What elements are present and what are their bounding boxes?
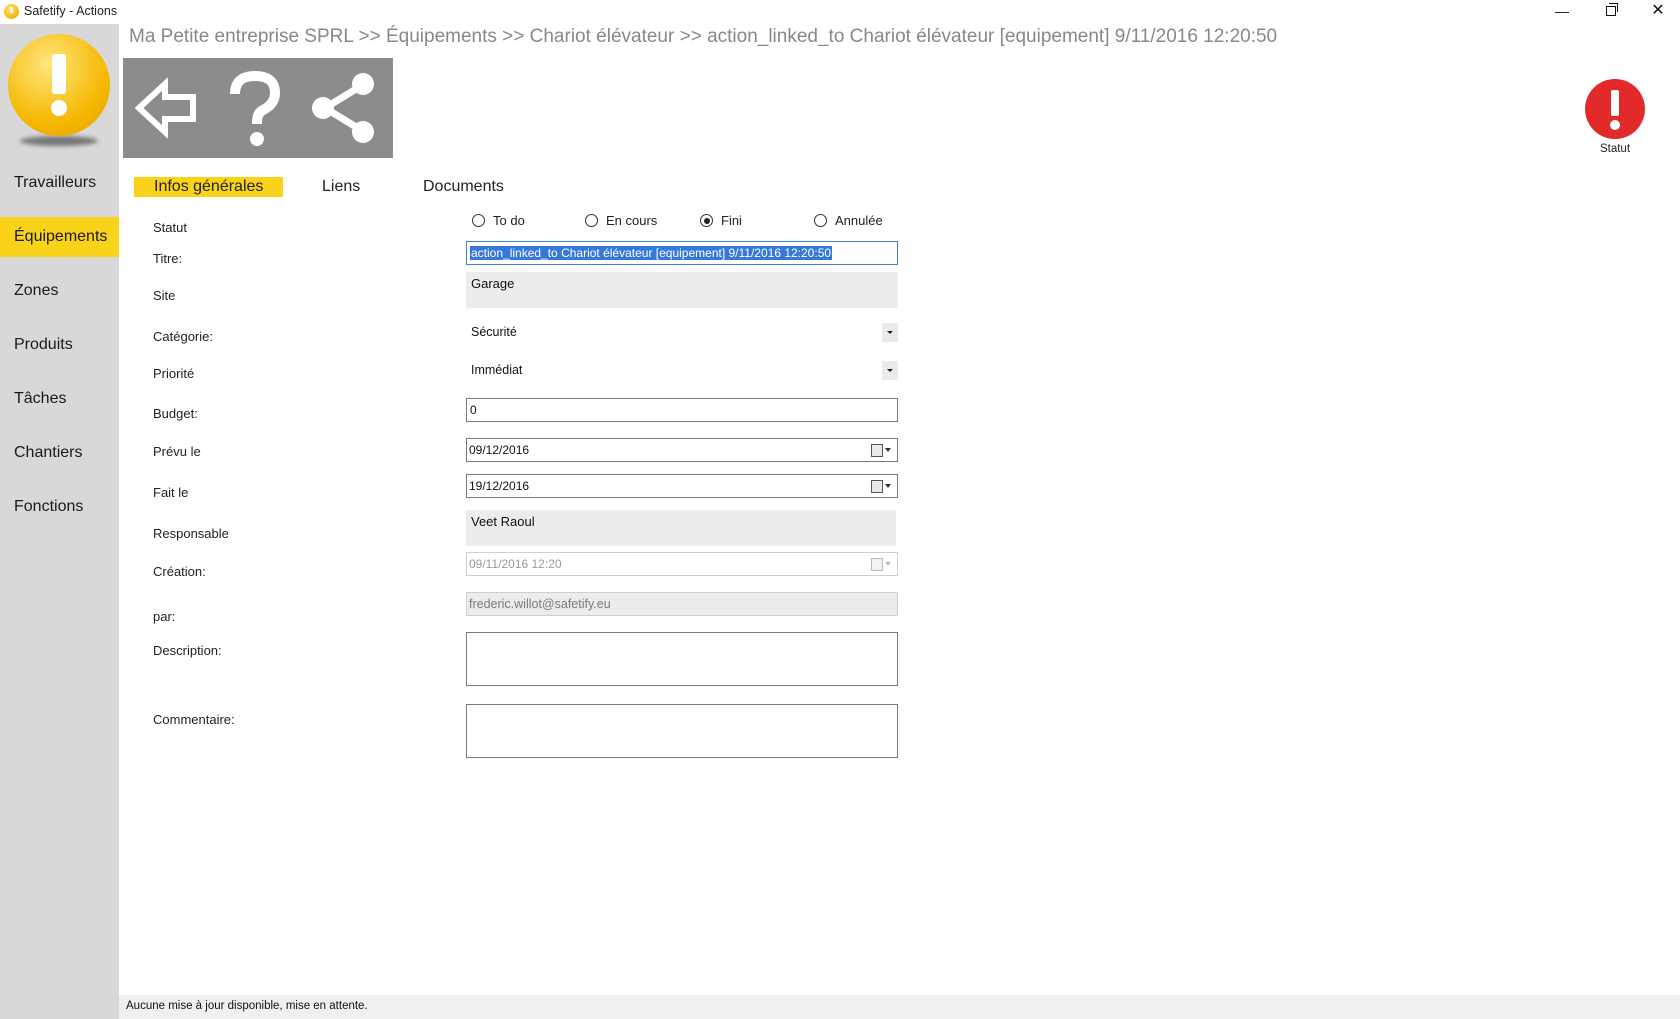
sidebar: Travailleurs Équipements Zones Produits …	[0, 24, 119, 1019]
site-value: Garage	[466, 272, 898, 308]
breadcrumb: Ma Petite entreprise SPRL >> Équipements…	[129, 26, 1278, 47]
sidebar-item-equipements[interactable]: Équipements	[0, 217, 119, 257]
titre-value: action_linked_to Chariot élévateur [equi…	[470, 246, 833, 260]
radio-en-cours[interactable]: En cours	[585, 213, 657, 228]
titre-label: Titre:	[153, 251, 183, 266]
responsable-value: Veet Raoul	[466, 510, 896, 546]
sidebar-item-chantiers[interactable]: Chantiers	[0, 433, 119, 473]
radio-label: Annulée	[835, 213, 883, 228]
close-button[interactable]: ✕	[1636, 0, 1680, 24]
back-arrow-icon	[134, 77, 196, 139]
statut-label: Statut	[153, 220, 187, 235]
budget-input[interactable]: 0	[466, 398, 898, 422]
tab-infos-generales[interactable]: Infos générales	[134, 177, 284, 197]
responsable-label: Responsable	[153, 526, 229, 541]
restore-icon	[1606, 3, 1618, 16]
status-label: Statut	[1599, 143, 1631, 155]
commentaire-label: Commentaire:	[153, 712, 235, 727]
calendar-icon[interactable]	[871, 443, 893, 457]
status-bar: Aucune mise à jour disponible, mise en a…	[119, 995, 1680, 1019]
help-button[interactable]	[215, 66, 295, 150]
radio-to-do[interactable]: To do	[472, 213, 525, 228]
chevron-down-icon[interactable]	[882, 361, 898, 380]
priorite-label: Priorité	[153, 366, 195, 381]
exclamation-logo-icon	[8, 34, 110, 136]
priorite-dropdown[interactable]: Immédiat	[466, 358, 898, 382]
help-question-icon	[230, 70, 281, 146]
status-indicator[interactable]: Statut	[1585, 79, 1645, 159]
radio-circle	[472, 214, 485, 227]
alert-exclamation-icon	[1585, 79, 1645, 139]
title-bar: Safetify - Actions — ✕	[0, 0, 1680, 24]
par-value: frederic.willot@safetify.eu	[466, 592, 898, 616]
restore-button[interactable]	[1589, 0, 1633, 24]
prevu-value: 09/12/2016	[469, 443, 530, 457]
radio-label: To do	[493, 213, 525, 228]
minimize-button[interactable]: —	[1540, 0, 1584, 24]
calendar-icon[interactable]	[871, 479, 893, 493]
window-title: Safetify - Actions	[24, 4, 118, 18]
calendar-icon	[871, 557, 893, 571]
radio-circle	[814, 214, 827, 227]
commentaire-textarea[interactable]	[466, 704, 898, 758]
fait-value: 19/12/2016	[469, 479, 530, 493]
sidebar-item-travailleurs[interactable]: Travailleurs	[0, 163, 119, 203]
sidebar-item-taches[interactable]: Tâches	[0, 379, 119, 419]
status-bar-text: Aucune mise à jour disponible, mise en a…	[126, 1000, 368, 1012]
share-icon	[312, 73, 374, 143]
sidebar-item-zones[interactable]: Zones	[0, 271, 119, 311]
radio-annulee[interactable]: Annulée	[814, 213, 883, 228]
toolbar	[123, 58, 393, 158]
fait-label: Fait le	[153, 485, 189, 500]
par-label: par:	[153, 609, 176, 624]
radio-circle-selected	[700, 214, 713, 227]
prevu-label: Prévu le	[153, 444, 201, 459]
categorie-label: Catégorie:	[153, 329, 213, 344]
creation-label: Création:	[153, 564, 206, 579]
description-label: Description:	[153, 643, 222, 658]
radio-fini[interactable]: Fini	[700, 213, 742, 228]
sidebar-item-fonctions[interactable]: Fonctions	[0, 487, 119, 527]
tab-documents[interactable]: Documents	[423, 177, 504, 197]
creation-date-picker: 09/11/2016 12:20	[466, 552, 898, 576]
creation-value: 09/11/2016 12:20	[469, 557, 562, 571]
priorite-value: Immédiat	[471, 363, 523, 377]
chevron-down-icon[interactable]	[882, 323, 898, 342]
tab-liens[interactable]: Liens	[322, 177, 360, 197]
radio-label: En cours	[606, 213, 658, 228]
fait-date-picker[interactable]: 19/12/2016	[466, 474, 898, 498]
budget-label: Budget:	[153, 406, 198, 421]
safetify-logo	[8, 34, 110, 148]
radio-label: Fini	[721, 213, 742, 228]
app-icon	[4, 4, 19, 19]
back-button[interactable]	[127, 66, 207, 150]
description-textarea[interactable]	[466, 632, 898, 686]
categorie-value: Sécurité	[471, 325, 517, 339]
share-button[interactable]	[303, 66, 383, 150]
categorie-dropdown[interactable]: Sécurité	[466, 320, 898, 344]
site-label: Site	[153, 288, 176, 303]
titre-input[interactable]: action_linked_to Chariot élévateur [equi…	[466, 241, 898, 265]
prevu-date-picker[interactable]: 09/12/2016	[466, 438, 898, 462]
sidebar-item-produits[interactable]: Produits	[0, 325, 119, 365]
radio-circle	[585, 214, 598, 227]
